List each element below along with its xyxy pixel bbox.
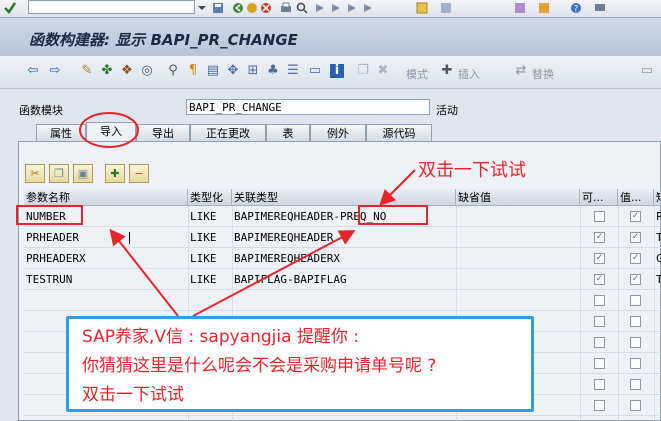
callout-line-1: SAP养家,V信 : sapyangjia 提醒你 : bbox=[82, 327, 360, 347]
annotation-note-double-click: 双击一下试试 bbox=[418, 160, 526, 181]
callout-line-2: 你猜猜这里是什么呢会不会是采购申请单号呢 ? bbox=[82, 356, 437, 376]
callout-line-3: 双击一下试试 bbox=[82, 385, 184, 405]
